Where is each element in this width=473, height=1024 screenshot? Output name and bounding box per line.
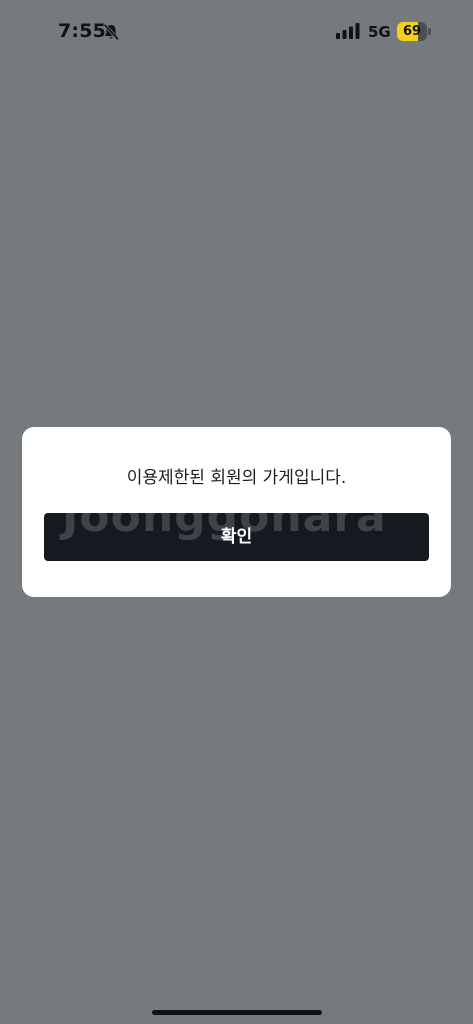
bell-off-icon xyxy=(103,23,120,41)
alert-dialog: 이용제한된 회원의 가게입니다. Joonggonara 확인 xyxy=(22,427,451,597)
confirm-button-label: 확인 xyxy=(220,527,253,547)
network-type: 5G xyxy=(368,23,391,41)
status-time: 7:55 xyxy=(58,20,107,42)
confirm-button[interactable]: Joonggonara 확인 xyxy=(44,513,429,561)
battery-shell: 69 xyxy=(397,22,427,41)
battery-level: 69 xyxy=(402,24,422,39)
battery-tip xyxy=(428,28,431,35)
status-bar: 7:55 5G 69 xyxy=(0,0,473,64)
home-indicator[interactable] xyxy=(152,1010,322,1015)
cellular-signal-icon xyxy=(336,23,360,39)
battery-icon: 69 xyxy=(397,22,431,41)
dialog-message: 이용제한된 회원의 가게입니다. xyxy=(126,468,347,488)
